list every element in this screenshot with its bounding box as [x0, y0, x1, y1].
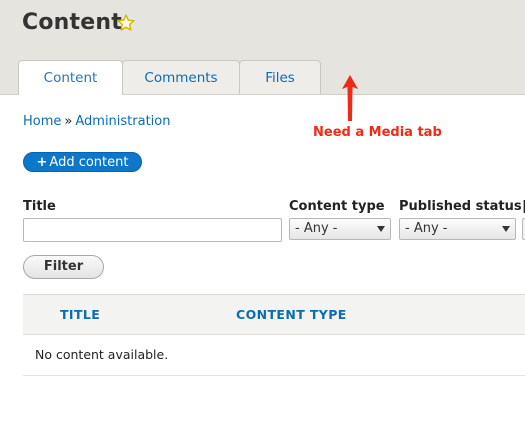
content-table-header: TITLE CONTENT TYPE [23, 294, 525, 335]
plus-icon: + [36, 155, 48, 170]
breadcrumb-administration-link[interactable]: Administration [75, 114, 170, 129]
breadcrumb-home-link[interactable]: Home [23, 114, 61, 129]
tab-files[interactable]: Files [239, 60, 321, 94]
content-type-selected-value: - Any - [295, 221, 338, 236]
page-title: Content [22, 10, 122, 35]
add-content-button[interactable]: + Add content [23, 152, 142, 172]
breadcrumb-separator: » [64, 114, 73, 129]
published-status-select[interactable]: - Any - [399, 218, 516, 240]
annotation-note: Need a Media tab [313, 125, 442, 140]
breadcrumb: Home» Administration [23, 114, 171, 129]
tab-comments[interactable]: Comments [122, 60, 240, 94]
filter-button[interactable]: Filter [23, 255, 104, 279]
published-status-filter-label: Published status [399, 199, 522, 214]
title-filter-label: Title [23, 199, 56, 214]
tab-content[interactable]: Content [18, 60, 123, 95]
star-icon[interactable] [116, 13, 136, 33]
empty-table-message: No content available. [35, 347, 169, 362]
annotation-arrow-icon [342, 75, 358, 121]
content-type-filter-label: Content type [289, 199, 385, 214]
page-header: Content Content Comments Files [0, 0, 525, 95]
content-type-select[interactable]: - Any - [289, 218, 391, 240]
column-header-content-type[interactable]: CONTENT TYPE [236, 307, 347, 322]
chevron-down-icon [502, 226, 510, 232]
chevron-down-icon [377, 226, 385, 232]
column-header-title[interactable]: TITLE [60, 307, 100, 322]
add-content-label: Add content [49, 155, 129, 170]
published-status-selected-value: - Any - [405, 221, 448, 236]
title-filter-input[interactable] [23, 218, 282, 242]
table-row: No content available. [23, 335, 525, 376]
